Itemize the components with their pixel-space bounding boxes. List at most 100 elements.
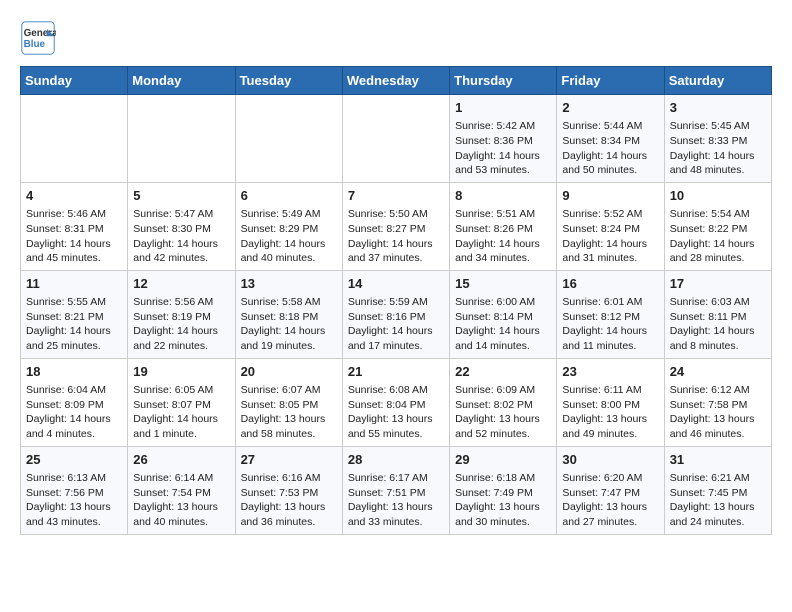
day-info: and 46 minutes.: [670, 427, 766, 442]
day-info: Sunset: 8:14 PM: [455, 310, 551, 325]
day-number: 24: [670, 363, 766, 381]
day-info: Sunset: 8:05 PM: [241, 398, 337, 413]
day-number: 16: [562, 275, 658, 293]
day-number: 21: [348, 363, 444, 381]
day-info: and 14 minutes.: [455, 339, 551, 354]
calendar-week-row: 11Sunrise: 5:55 AMSunset: 8:21 PMDayligh…: [21, 270, 772, 358]
day-number: 9: [562, 187, 658, 205]
day-info: Daylight: 13 hours: [455, 412, 551, 427]
day-info: and 28 minutes.: [670, 251, 766, 266]
day-info: and 25 minutes.: [26, 339, 122, 354]
day-info: and 48 minutes.: [670, 163, 766, 178]
day-number: 3: [670, 99, 766, 117]
day-number: 12: [133, 275, 229, 293]
day-info: Sunrise: 6:09 AM: [455, 383, 551, 398]
day-info: Daylight: 13 hours: [241, 500, 337, 515]
calendar-cell: 25Sunrise: 6:13 AMSunset: 7:56 PMDayligh…: [21, 446, 128, 534]
day-number: 18: [26, 363, 122, 381]
day-info: Daylight: 14 hours: [26, 412, 122, 427]
day-info: Daylight: 14 hours: [26, 324, 122, 339]
day-info: and 45 minutes.: [26, 251, 122, 266]
day-info: Daylight: 13 hours: [562, 412, 658, 427]
day-info: Daylight: 14 hours: [670, 237, 766, 252]
day-number: 2: [562, 99, 658, 117]
calendar-cell: 10Sunrise: 5:54 AMSunset: 8:22 PMDayligh…: [664, 182, 771, 270]
day-number: 7: [348, 187, 444, 205]
day-number: 1: [455, 99, 551, 117]
day-number: 25: [26, 451, 122, 469]
day-info: Sunrise: 6:03 AM: [670, 295, 766, 310]
day-info: Sunset: 8:29 PM: [241, 222, 337, 237]
day-info: Sunset: 8:00 PM: [562, 398, 658, 413]
calendar-cell: 11Sunrise: 5:55 AMSunset: 8:21 PMDayligh…: [21, 270, 128, 358]
day-info: Sunset: 8:19 PM: [133, 310, 229, 325]
day-info: Daylight: 14 hours: [562, 237, 658, 252]
day-info: Daylight: 14 hours: [133, 237, 229, 252]
day-info: Daylight: 14 hours: [455, 149, 551, 164]
calendar-week-row: 18Sunrise: 6:04 AMSunset: 8:09 PMDayligh…: [21, 358, 772, 446]
day-info: and 24 minutes.: [670, 515, 766, 530]
day-info: and 43 minutes.: [26, 515, 122, 530]
day-info: Sunrise: 5:44 AM: [562, 119, 658, 134]
day-number: 20: [241, 363, 337, 381]
day-info: Sunset: 8:22 PM: [670, 222, 766, 237]
calendar-cell: 3Sunrise: 5:45 AMSunset: 8:33 PMDaylight…: [664, 95, 771, 183]
calendar-cell: 18Sunrise: 6:04 AMSunset: 8:09 PMDayligh…: [21, 358, 128, 446]
day-info: Sunset: 7:47 PM: [562, 486, 658, 501]
day-info: Daylight: 14 hours: [562, 149, 658, 164]
day-info: Sunrise: 5:58 AM: [241, 295, 337, 310]
day-info: and 30 minutes.: [455, 515, 551, 530]
day-info: and 11 minutes.: [562, 339, 658, 354]
day-info: and 37 minutes.: [348, 251, 444, 266]
day-info: and 1 minute.: [133, 427, 229, 442]
day-number: 19: [133, 363, 229, 381]
header-tuesday: Tuesday: [235, 67, 342, 95]
day-info: Daylight: 13 hours: [670, 500, 766, 515]
day-info: Daylight: 14 hours: [241, 237, 337, 252]
day-info: Sunrise: 6:12 AM: [670, 383, 766, 398]
day-number: 5: [133, 187, 229, 205]
day-info: and 42 minutes.: [133, 251, 229, 266]
day-info: Sunset: 8:21 PM: [26, 310, 122, 325]
day-info: and 33 minutes.: [348, 515, 444, 530]
day-info: Sunrise: 5:47 AM: [133, 207, 229, 222]
day-info: and 40 minutes.: [241, 251, 337, 266]
day-info: and 55 minutes.: [348, 427, 444, 442]
day-number: 17: [670, 275, 766, 293]
day-info: Daylight: 13 hours: [241, 412, 337, 427]
day-info: Sunset: 8:30 PM: [133, 222, 229, 237]
calendar-cell: 27Sunrise: 6:16 AMSunset: 7:53 PMDayligh…: [235, 446, 342, 534]
day-info: Sunset: 7:49 PM: [455, 486, 551, 501]
day-number: 26: [133, 451, 229, 469]
calendar-table: SundayMondayTuesdayWednesdayThursdayFrid…: [20, 66, 772, 535]
day-info: Sunset: 8:02 PM: [455, 398, 551, 413]
day-info: Daylight: 14 hours: [241, 324, 337, 339]
day-info: and 50 minutes.: [562, 163, 658, 178]
calendar-cell: 13Sunrise: 5:58 AMSunset: 8:18 PMDayligh…: [235, 270, 342, 358]
day-number: 11: [26, 275, 122, 293]
calendar-cell: 7Sunrise: 5:50 AMSunset: 8:27 PMDaylight…: [342, 182, 449, 270]
day-info: Sunrise: 6:20 AM: [562, 471, 658, 486]
calendar-cell: 9Sunrise: 5:52 AMSunset: 8:24 PMDaylight…: [557, 182, 664, 270]
day-info: Sunset: 8:07 PM: [133, 398, 229, 413]
day-info: and 8 minutes.: [670, 339, 766, 354]
day-info: Daylight: 13 hours: [348, 500, 444, 515]
day-info: and 4 minutes.: [26, 427, 122, 442]
header-thursday: Thursday: [450, 67, 557, 95]
day-number: 30: [562, 451, 658, 469]
day-number: 8: [455, 187, 551, 205]
day-info: Sunset: 7:53 PM: [241, 486, 337, 501]
day-info: Sunset: 8:04 PM: [348, 398, 444, 413]
calendar-cell: 30Sunrise: 6:20 AMSunset: 7:47 PMDayligh…: [557, 446, 664, 534]
day-info: Daylight: 14 hours: [26, 237, 122, 252]
day-info: Sunset: 8:36 PM: [455, 134, 551, 149]
day-info: Sunrise: 5:59 AM: [348, 295, 444, 310]
day-info: Daylight: 14 hours: [670, 149, 766, 164]
calendar-cell: 24Sunrise: 6:12 AMSunset: 7:58 PMDayligh…: [664, 358, 771, 446]
day-info: and 49 minutes.: [562, 427, 658, 442]
day-number: 15: [455, 275, 551, 293]
calendar-cell: [21, 95, 128, 183]
day-info: Sunset: 7:54 PM: [133, 486, 229, 501]
calendar-header-row: SundayMondayTuesdayWednesdayThursdayFrid…: [21, 67, 772, 95]
day-info: Sunrise: 6:05 AM: [133, 383, 229, 398]
